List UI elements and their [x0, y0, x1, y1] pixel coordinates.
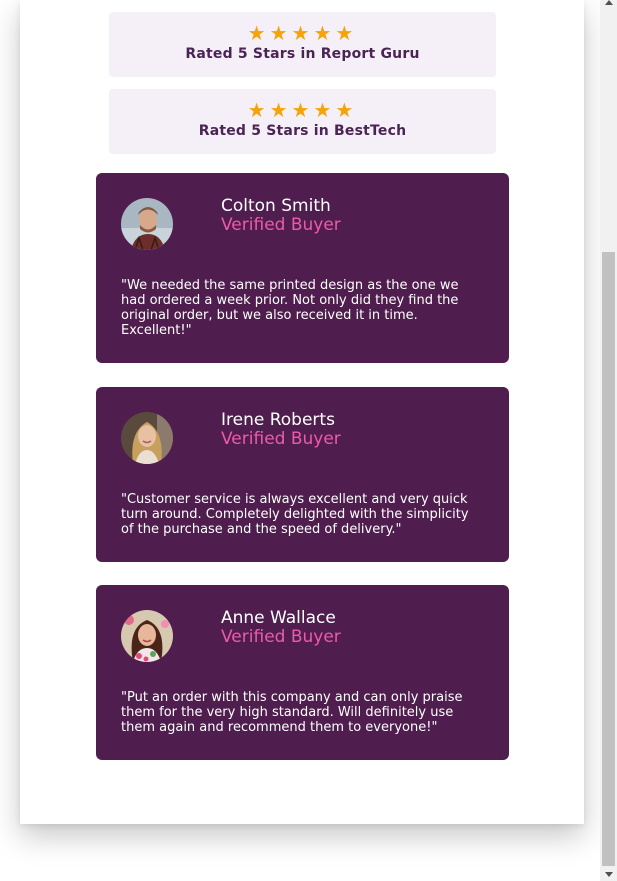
- review-card: Colton Smith Verified Buyer "We needed t…: [96, 173, 509, 363]
- reviewer-role: Verified Buyer: [221, 429, 341, 449]
- avatar: [121, 198, 173, 250]
- reviewer-name: Anne Wallace: [221, 608, 336, 628]
- rating-badge-report-guru: ★★★★★ Rated 5 Stars in Report Guru: [109, 12, 496, 77]
- reviewer-role: Verified Buyer: [221, 215, 341, 235]
- avatar: [121, 610, 173, 662]
- avatar-photo: [121, 610, 173, 662]
- avatar-photo: [121, 198, 173, 250]
- review-text: "Customer service is always excellent an…: [121, 492, 469, 537]
- review-text: "Put an order with this company and can …: [121, 690, 463, 735]
- scroll-down-arrow-icon[interactable]: [605, 872, 613, 877]
- rating-label: Rated 5 Stars in Report Guru: [185, 46, 420, 62]
- review-card: Irene Roberts Verified Buyer "Customer s…: [96, 387, 509, 562]
- star-icon: ★★★★★: [247, 21, 358, 45]
- reviewer-name: Irene Roberts: [221, 410, 335, 430]
- rating-label: Rated 5 Stars in BestTech: [198, 123, 407, 139]
- rating-badge-besttech: ★★★★★ Rated 5 Stars in BestTech: [109, 89, 496, 154]
- reviewer-name: Colton Smith: [221, 196, 331, 216]
- avatar-photo: [121, 412, 173, 464]
- scroll-up-arrow-icon[interactable]: [605, 0, 613, 5]
- star-icon: ★★★★★: [247, 98, 358, 122]
- review-text: "We needed the same printed design as th…: [121, 278, 459, 338]
- vertical-scrollbar[interactable]: [600, 0, 617, 881]
- review-card: Anne Wallace Verified Buyer "Put an orde…: [96, 585, 509, 760]
- viewport: ★★★★★ Rated 5 Stars in Report Guru ★★★★★…: [0, 0, 617, 881]
- avatar: [121, 412, 173, 464]
- scrollbar-thumb[interactable]: [602, 252, 615, 866]
- reviewer-role: Verified Buyer: [221, 627, 341, 647]
